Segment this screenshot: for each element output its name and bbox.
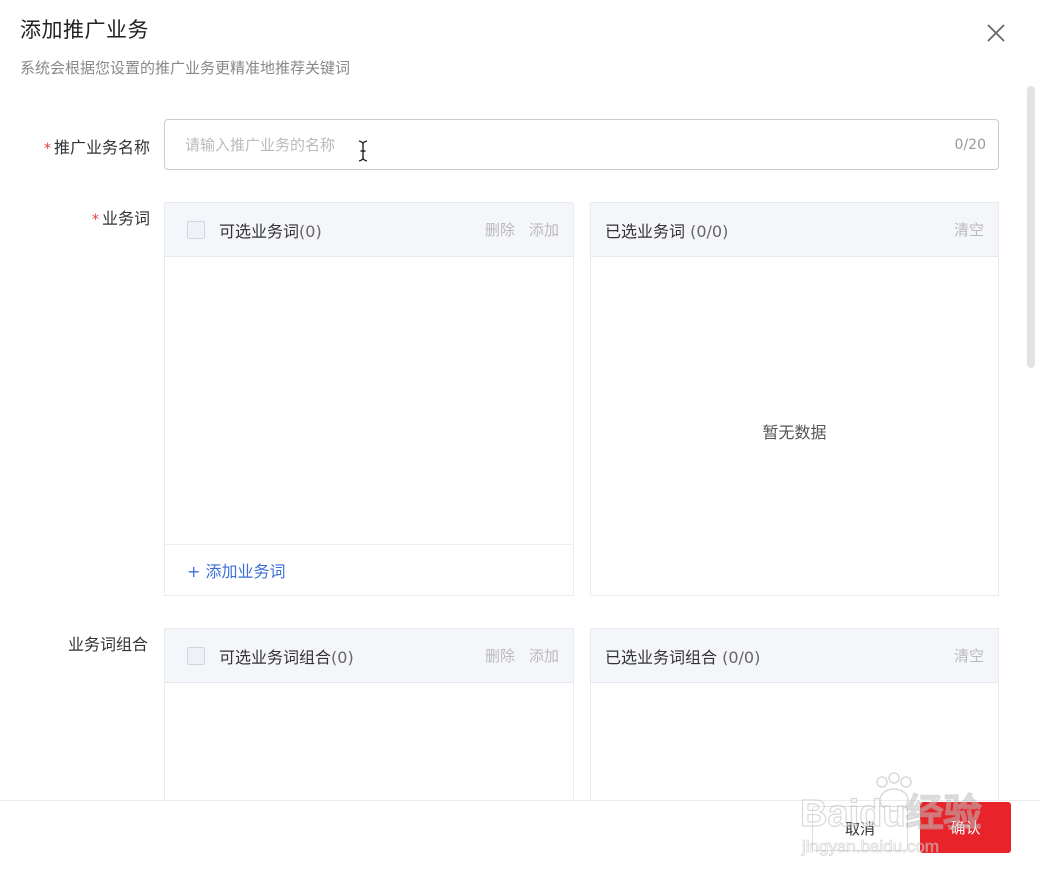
delete-button[interactable]: 删除 — [485, 645, 515, 666]
business-name-input[interactable]: 请输入推广业务的名称 0/20 — [164, 119, 999, 170]
char-counter: 0/20 — [954, 136, 986, 153]
select-all-checkbox[interactable] — [187, 646, 205, 665]
dialog-subtitle: 系统会根据您设置的推广业务更精准地推荐关键词 — [20, 59, 351, 77]
cancel-button[interactable]: 取消 — [812, 806, 908, 851]
available-words-footer: + 添加业务词 — [165, 544, 573, 595]
business-name-label: * 推广业务名称 — [43, 138, 150, 157]
selected-combos-header: 已选业务词组合 (0/0) 清空 — [591, 629, 998, 683]
available-words-panel: 可选业务词(0) 删除 添加 + 添加业务词 — [164, 202, 574, 596]
panel-title: 可选业务词组合 — [219, 647, 332, 667]
scrollbar-thumb[interactable] — [1027, 86, 1035, 368]
panel-count: (0) — [331, 647, 354, 667]
clear-button[interactable]: 清空 — [954, 645, 984, 666]
text-cursor-icon — [358, 140, 368, 162]
panel-count: (0/0) — [722, 647, 761, 667]
add-button[interactable]: 添加 — [529, 645, 559, 666]
available-words-header: 可选业务词(0) 删除 添加 — [165, 203, 573, 257]
add-button[interactable]: 添加 — [529, 219, 559, 240]
delete-button[interactable]: 删除 — [485, 219, 515, 240]
dialog-title: 添加推广业务 — [20, 18, 149, 42]
required-mark: * — [43, 141, 51, 157]
panel-title: 可选业务词 — [219, 221, 300, 241]
panel-title: 已选业务词 — [605, 221, 686, 241]
selected-words-header: 已选业务词 (0/0) 清空 — [591, 203, 998, 257]
word-combos-label: 业务词组合 — [67, 635, 148, 654]
available-combos-header: 可选业务词组合(0) 删除 添加 — [165, 629, 573, 683]
confirm-button[interactable]: 确认 — [920, 802, 1011, 853]
empty-state-text: 暂无数据 — [762, 423, 827, 442]
close-icon — [987, 24, 1005, 42]
panel-count: (0/0) — [690, 221, 729, 241]
required-mark: * — [91, 212, 99, 228]
panel-count: (0) — [299, 221, 322, 241]
clear-button[interactable]: 清空 — [954, 219, 984, 240]
close-button[interactable] — [984, 21, 1008, 45]
business-words-label: * 业务词 — [91, 209, 150, 228]
add-business-word-link[interactable]: + 添加业务词 — [187, 558, 286, 582]
selected-words-panel: 已选业务词 (0/0) 清空 暂无数据 — [590, 202, 999, 596]
select-all-checkbox[interactable] — [187, 220, 205, 239]
panel-title: 已选业务词组合 — [605, 647, 718, 667]
business-name-placeholder: 请输入推广业务的名称 — [185, 136, 336, 154]
add-business-dialog: 添加推广业务 系统会根据您设置的推广业务更精准地推荐关键词 * 推广业务名称 请输… — [0, 0, 1040, 881]
